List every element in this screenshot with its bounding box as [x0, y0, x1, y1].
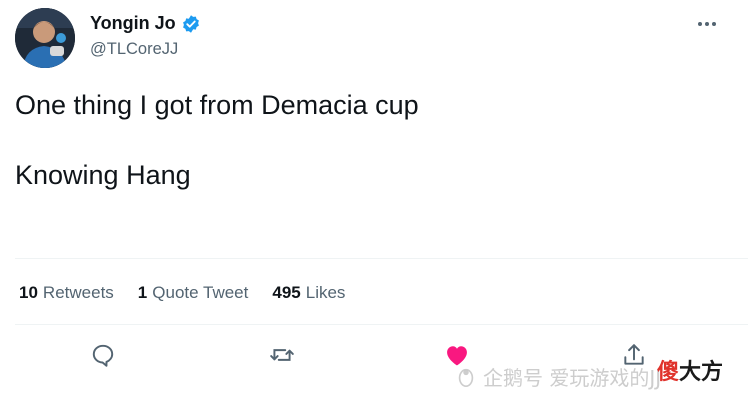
quote-tweets-count: 1: [137, 283, 148, 302]
likes-stat[interactable]: 495 Likes: [272, 283, 345, 303]
quote-tweets-label: Quote Tweet: [152, 283, 249, 302]
name-row: Yongin Jo: [90, 13, 201, 34]
display-name[interactable]: Yongin Jo: [90, 13, 176, 34]
tweet-card: Yongin Jo @TLCoreJJ One thing I got from…: [0, 0, 748, 405]
likes-label: Likes: [305, 283, 346, 302]
avatar[interactable]: [15, 8, 75, 68]
tweet-text-line: One thing I got from Demacia cup: [15, 90, 419, 120]
penguin-logo-icon: [455, 366, 477, 388]
divider: [15, 324, 748, 325]
retweet-icon[interactable]: [265, 338, 299, 372]
retweets-label: Retweets: [42, 283, 114, 302]
brand-watermark-red: 傻: [657, 360, 680, 385]
brand-watermark: 傻大方: [657, 354, 723, 386]
verified-badge-icon: [181, 14, 201, 34]
user-handle[interactable]: @TLCoreJJ: [90, 40, 178, 59]
tweet-text-line: Knowing Hang: [15, 160, 191, 190]
watermark: 企鹅号 爱玩游戏的JJ: [455, 362, 661, 391]
more-options-icon[interactable]: [698, 14, 720, 34]
brand-watermark-rest: 大方: [679, 360, 724, 385]
quote-tweets-stat[interactable]: 1 Quote Tweet: [138, 283, 249, 303]
engagement-stats: 10 Retweets 1 Quote Tweet 495 Likes: [19, 283, 345, 303]
likes-count: 495: [272, 283, 301, 302]
watermark-text: 企鹅号 爱玩游戏的JJ: [483, 366, 662, 390]
retweets-stat[interactable]: 10 Retweets: [19, 283, 114, 303]
retweets-count: 10: [19, 283, 38, 302]
reply-icon[interactable]: [86, 338, 120, 372]
divider: [15, 258, 748, 259]
